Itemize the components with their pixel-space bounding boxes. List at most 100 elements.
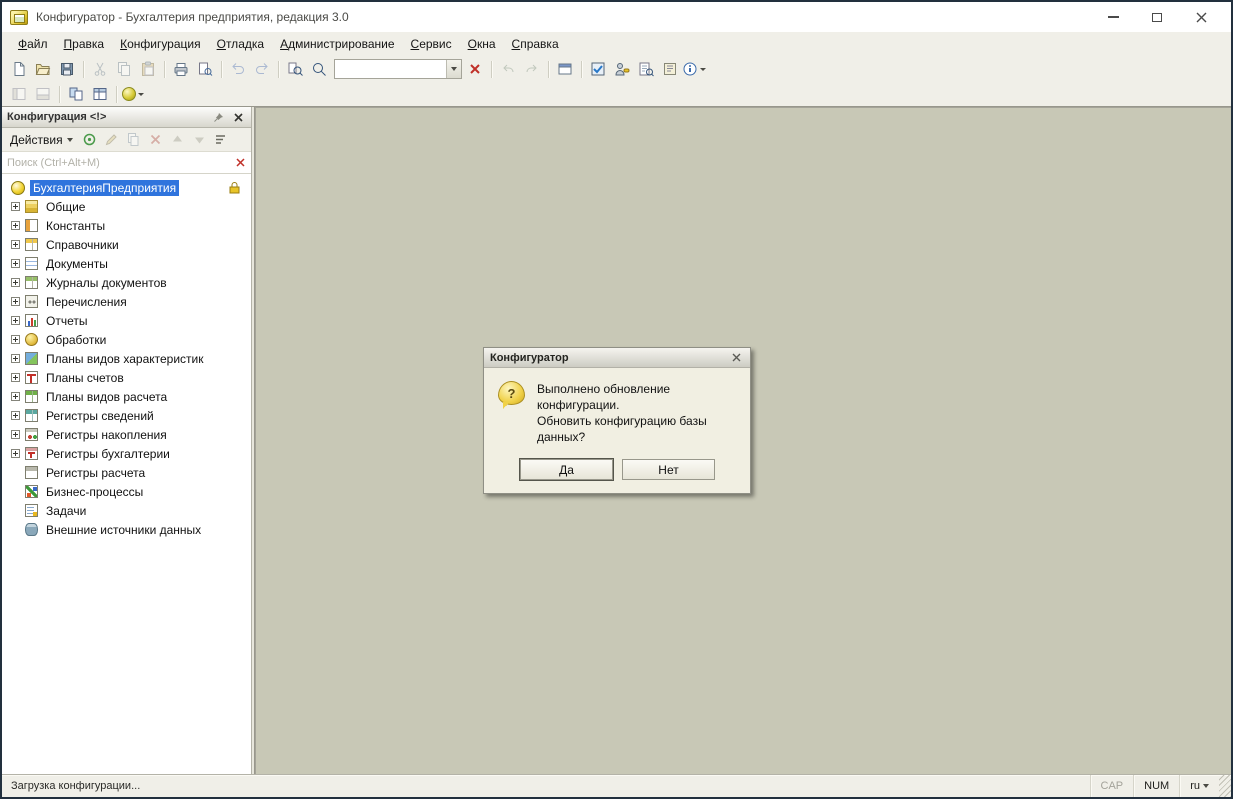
panel-actions-bar: Действия (2, 128, 251, 152)
tree-item-data-processors[interactable]: Обработки (2, 330, 251, 349)
locate-object-button[interactable] (79, 130, 100, 150)
data-processors-icon (25, 333, 38, 346)
expand-icon[interactable] (11, 278, 20, 287)
new-document-button[interactable] (7, 58, 31, 80)
compare-configurations-button[interactable] (64, 83, 88, 105)
layout-bottom-button[interactable] (31, 83, 55, 105)
sort-icon (216, 135, 226, 144)
expand-icon[interactable] (11, 373, 20, 382)
print-preview-button[interactable] (193, 58, 217, 80)
menu-edit[interactable]: Правка (56, 34, 113, 54)
combobox-dropdown-button[interactable] (446, 60, 461, 78)
tree-item-reports[interactable]: Отчеты (2, 311, 251, 330)
menu-configuration[interactable]: Конфигурация (112, 34, 209, 54)
tree-item-external-data-sources[interactable]: Внешние источники данных (2, 520, 251, 539)
tree-item-documents[interactable]: Документы (2, 254, 251, 273)
tree-item-catalogs[interactable]: Справочники (2, 235, 251, 254)
titlebar[interactable]: Конфигуратор - Бухгалтерия предприятия, … (2, 2, 1231, 32)
redo-button[interactable] (250, 58, 274, 80)
save-button[interactable] (55, 58, 79, 80)
expand-icon[interactable] (11, 297, 20, 306)
go-back-button[interactable] (496, 58, 520, 80)
expand-icon[interactable] (11, 449, 20, 458)
tree-item-information-registers[interactable]: Регистры сведений (2, 406, 251, 425)
undo-button[interactable] (226, 58, 250, 80)
layout-left-button[interactable] (7, 83, 31, 105)
tree-item-accounting-registers[interactable]: Регистры бухгалтерии (2, 444, 251, 463)
tree-item-chart-of-accounts[interactable]: Планы счетов (2, 368, 251, 387)
find-in-texts-button[interactable] (634, 58, 658, 80)
start-debugging-icon (122, 87, 136, 101)
expand-icon[interactable] (11, 316, 20, 325)
menu-administration[interactable]: Администрирование (272, 34, 402, 54)
edit-object-button[interactable] (101, 130, 122, 150)
dialog-close-button[interactable] (728, 350, 744, 365)
language-selector[interactable]: ru (1179, 775, 1219, 797)
start-debugging-button[interactable] (121, 83, 145, 105)
menu-windows[interactable]: Окна (460, 34, 504, 54)
expand-icon[interactable] (11, 411, 20, 420)
menu-tools[interactable]: Сервис (403, 34, 460, 54)
lock-icon (228, 181, 241, 194)
configure-users-button[interactable] (610, 58, 634, 80)
undo-icon (232, 63, 244, 74)
tree-item-commons[interactable]: Общие (2, 197, 251, 216)
print-button[interactable] (169, 58, 193, 80)
move-up-button[interactable] (167, 130, 188, 150)
pin-panel-button[interactable] (210, 109, 226, 125)
expand-icon[interactable] (11, 430, 20, 439)
actions-menu-button[interactable]: Действия (5, 131, 78, 149)
open-button[interactable] (31, 58, 55, 80)
maximize-button[interactable] (1135, 4, 1179, 30)
close-panel-button[interactable] (230, 109, 246, 125)
open-folder-icon (35, 64, 51, 75)
clear-search-button[interactable] (463, 58, 487, 80)
expand-icon[interactable] (11, 335, 20, 344)
toolbar-separator (221, 60, 222, 78)
help-contents-button[interactable] (658, 58, 682, 80)
check-syntax-button[interactable] (586, 58, 610, 80)
zoom-button[interactable] (307, 58, 331, 80)
menu-help[interactable]: Справка (504, 34, 567, 54)
go-forward-button[interactable] (520, 58, 544, 80)
panel-header: Конфигурация <!> (2, 107, 251, 128)
dialog-titlebar[interactable]: Конфигуратор (484, 348, 750, 368)
tree-item-business-processes[interactable]: Бизнес-процессы (2, 482, 251, 501)
delete-object-button[interactable] (145, 130, 166, 150)
quick-search-input[interactable] (335, 62, 446, 76)
tree-item-enumerations[interactable]: Перечисления (2, 292, 251, 311)
table-settings-button[interactable] (88, 83, 112, 105)
windows-button[interactable] (553, 58, 577, 80)
tree-item-document-journals[interactable]: Журналы документов (2, 273, 251, 292)
tree-item-root[interactable]: БухгалтерияПредприятия (2, 178, 251, 197)
copy-object-button[interactable] (123, 130, 144, 150)
expand-icon[interactable] (11, 202, 20, 211)
tree-item-calculation-registers[interactable]: Регистры расчета (2, 463, 251, 482)
tree-item-tasks[interactable]: Задачи (2, 501, 251, 520)
close-button[interactable] (1179, 4, 1223, 30)
yes-button[interactable]: Да (520, 459, 613, 480)
menu-file[interactable]: Файл (10, 34, 56, 54)
resize-grip[interactable] (1219, 775, 1231, 797)
tree-item-chart-of-calculation-types[interactable]: Планы видов расчета (2, 387, 251, 406)
expand-icon[interactable] (11, 259, 20, 268)
copy-button[interactable] (112, 58, 136, 80)
paste-button[interactable] (136, 58, 160, 80)
find-button[interactable] (283, 58, 307, 80)
tree-item-chart-of-characteristic-types[interactable]: Планы видов характеристик (2, 349, 251, 368)
search-input[interactable] (5, 155, 232, 170)
tree-item-constants[interactable]: Константы (2, 216, 251, 235)
expand-icon[interactable] (11, 240, 20, 249)
menu-debug[interactable]: Отладка (209, 34, 272, 54)
clear-search-button[interactable] (232, 155, 248, 171)
sort-button[interactable] (211, 130, 232, 150)
tree-item-accumulation-registers[interactable]: Регистры накопления (2, 425, 251, 444)
expand-icon[interactable] (11, 392, 20, 401)
expand-icon[interactable] (11, 221, 20, 230)
move-down-button[interactable] (189, 130, 210, 150)
expand-icon[interactable] (11, 354, 20, 363)
info-button[interactable] (682, 58, 706, 80)
no-button[interactable]: Нет (622, 459, 715, 480)
cut-button[interactable] (88, 58, 112, 80)
minimize-button[interactable] (1091, 4, 1135, 30)
